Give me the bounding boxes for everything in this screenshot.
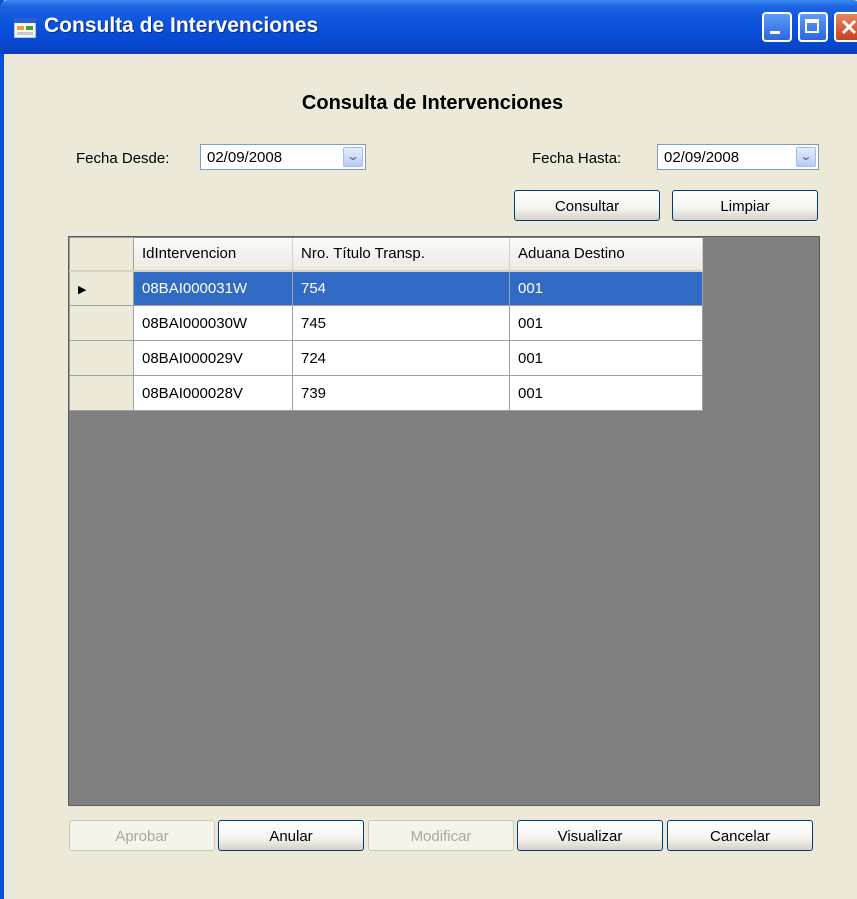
cell-idintervencion[interactable]: 08BAI000030W — [133, 305, 293, 341]
table-row[interactable]: ▶ 08BAI000031W 754 001 — [69, 270, 703, 306]
row-header[interactable] — [69, 305, 134, 341]
chevron-down-icon: ⌄ — [799, 149, 813, 163]
row-header[interactable]: ▶ — [69, 270, 134, 306]
results-table: IdIntervencion Nro. Título Transp. Aduan… — [69, 237, 703, 411]
cell-nro-titulo[interactable]: 739 — [292, 375, 510, 411]
cell-nro-titulo[interactable]: 745 — [292, 305, 510, 341]
current-row-arrow-icon: ▶ — [78, 283, 87, 296]
fecha-hasta-dropdown-button[interactable]: ⌄ — [796, 147, 816, 167]
column-header-nro-titulo[interactable]: Nro. Título Transp. — [292, 237, 510, 272]
minimize-icon — [770, 31, 780, 34]
minimize-button[interactable] — [762, 12, 792, 42]
cell-aduana-destino[interactable]: 001 — [509, 375, 703, 411]
row-header-corner — [69, 237, 134, 272]
close-icon — [841, 19, 857, 35]
row-header[interactable] — [69, 340, 134, 376]
table-row[interactable]: 08BAI000028V 739 001 — [69, 375, 703, 411]
form-heading: Consulta de Intervenciones — [301, 92, 564, 114]
row-header[interactable] — [69, 375, 134, 411]
app-icon — [14, 18, 36, 38]
limpiar-button[interactable]: Limpiar — [672, 190, 818, 221]
fecha-desde-dropdown-button[interactable]: ⌄ — [343, 147, 363, 167]
visualizar-button[interactable]: Visualizar — [517, 820, 663, 851]
column-header-aduana-destino[interactable]: Aduana Destino — [509, 237, 703, 272]
anular-button[interactable]: Anular — [218, 820, 364, 851]
results-grid[interactable]: IdIntervencion Nro. Título Transp. Aduan… — [68, 236, 820, 806]
cell-nro-titulo[interactable]: 724 — [292, 340, 510, 376]
fecha-hasta-label: Fecha Hasta: — [532, 150, 622, 167]
grid-header-row: IdIntervencion Nro. Título Transp. Aduan… — [69, 237, 703, 272]
app-window: Consulta de Intervenciones Consulta de I… — [0, 0, 857, 899]
modificar-button[interactable]: Modificar — [368, 820, 514, 851]
fecha-desde-value: 02/09/2008 — [207, 149, 283, 166]
close-button[interactable] — [834, 12, 857, 42]
consultar-button[interactable]: Consultar — [514, 190, 660, 221]
column-header-idintervencion[interactable]: IdIntervencion — [133, 237, 293, 272]
cell-aduana-destino[interactable]: 001 — [509, 305, 703, 341]
chevron-down-icon: ⌄ — [346, 149, 360, 163]
cell-idintervencion[interactable]: 08BAI000031W — [133, 270, 293, 306]
fecha-hasta-picker[interactable]: 02/09/2008 ⌄ — [657, 144, 819, 170]
maximize-icon — [805, 19, 819, 33]
fecha-desde-label: Fecha Desde: — [76, 150, 170, 167]
cell-aduana-destino[interactable]: 001 — [509, 340, 703, 376]
aprobar-button[interactable]: Aprobar — [69, 820, 215, 851]
cell-idintervencion[interactable]: 08BAI000029V — [133, 340, 293, 376]
cell-idintervencion[interactable]: 08BAI000028V — [133, 375, 293, 411]
window-title: Consulta de Intervenciones — [44, 14, 319, 37]
table-row[interactable]: 08BAI000030W 745 001 — [69, 305, 703, 341]
maximize-button[interactable] — [798, 12, 828, 42]
cell-nro-titulo[interactable]: 754 — [292, 270, 510, 306]
cell-aduana-destino[interactable]: 001 — [509, 270, 703, 306]
cancelar-button[interactable]: Cancelar — [667, 820, 813, 851]
table-row[interactable]: 08BAI000029V 724 001 — [69, 340, 703, 376]
fecha-hasta-value: 02/09/2008 — [664, 149, 740, 166]
fecha-desde-picker[interactable]: 02/09/2008 ⌄ — [200, 144, 366, 170]
title-bar[interactable]: Consulta de Intervenciones — [0, 0, 857, 54]
